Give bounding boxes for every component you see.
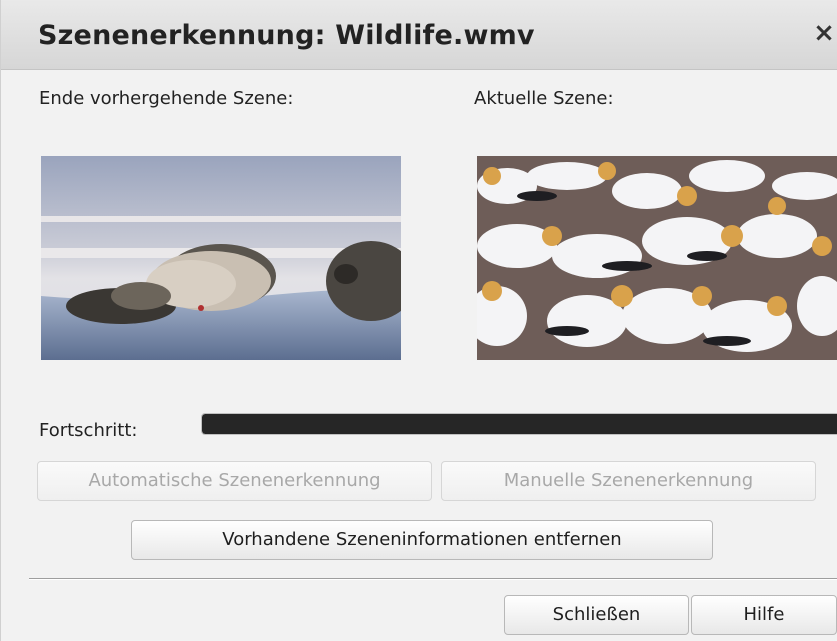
scene-detection-dialog: Szenenerkennung: Wildlife.wmv × Ende vor…: [0, 0, 837, 641]
progress-bar: [201, 413, 837, 435]
current-scene-label: Aktuelle Szene:: [474, 88, 614, 109]
automatic-scene-detection-button[interactable]: Automatische Szenenerkennung: [37, 461, 432, 501]
footer-separator: [29, 578, 837, 580]
previous-scene-thumbnail: [41, 156, 401, 360]
dialog-titlebar: Szenenerkennung: Wildlife.wmv ×: [1, 0, 837, 70]
close-icon[interactable]: ×: [809, 18, 837, 48]
current-scene-thumbnail: [477, 156, 837, 360]
help-button[interactable]: Hilfe: [691, 595, 837, 635]
progress-bar-fill: [202, 414, 837, 434]
previous-scene-label: Ende vorhergehende Szene:: [39, 88, 294, 109]
manual-scene-detection-button[interactable]: Manuelle Szenenerkennung: [441, 461, 816, 501]
remove-scene-info-button[interactable]: Vorhandene Szeneninformationen entfernen: [131, 520, 713, 560]
close-button[interactable]: Schließen: [504, 595, 689, 635]
dialog-title: Szenenerkennung: Wildlife.wmv: [38, 20, 535, 51]
progress-label: Fortschritt:: [39, 420, 138, 441]
